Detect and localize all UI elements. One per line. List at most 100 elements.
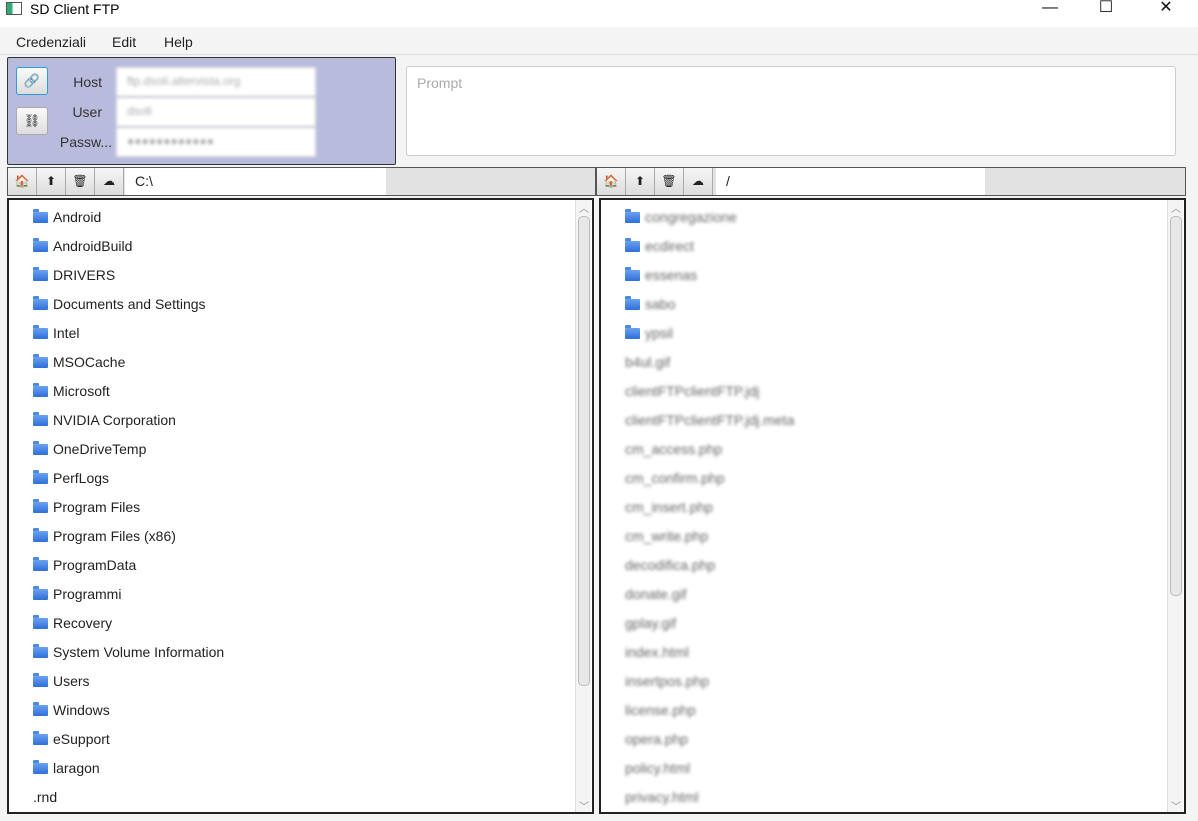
file-item[interactable]: cm_write.php bbox=[625, 521, 708, 550]
title-bar: SD Client FTP — ☐ ✕ bbox=[0, 0, 1198, 27]
menu-edit[interactable]: Edit bbox=[112, 34, 136, 50]
file-item[interactable]: privacy.html bbox=[625, 782, 699, 811]
item-name: Users bbox=[53, 672, 90, 689]
remote-download-button[interactable]: ☁ bbox=[684, 168, 713, 195]
item-name: congregazione bbox=[645, 208, 737, 225]
folder-item[interactable]: ypsil bbox=[625, 318, 673, 347]
cloud-download-icon: ☁ bbox=[692, 174, 704, 188]
folder-item[interactable]: AndroidBuild bbox=[33, 231, 132, 260]
folder-icon bbox=[33, 499, 48, 513]
password-input[interactable]: ●●●●●●●●●●●● bbox=[116, 127, 316, 157]
folder-icon bbox=[625, 267, 640, 281]
folder-item[interactable]: Intel bbox=[33, 318, 79, 347]
folder-item[interactable]: OneDriveTemp bbox=[33, 434, 146, 463]
folder-item[interactable]: Documents and Settings bbox=[33, 289, 206, 318]
prompt-textarea[interactable]: Prompt bbox=[406, 66, 1176, 156]
folder-icon bbox=[33, 760, 48, 774]
file-item[interactable]: decodifica.php bbox=[625, 550, 715, 579]
item-name: license.php bbox=[625, 701, 696, 718]
folder-item[interactable]: Users bbox=[33, 666, 90, 695]
item-name: Windows bbox=[53, 701, 110, 718]
up-arrow-icon: ⬆ bbox=[634, 174, 646, 188]
file-item[interactable]: insertpos.php bbox=[625, 666, 709, 695]
file-item[interactable]: index.html bbox=[625, 637, 689, 666]
remote-file-list[interactable]: ︿ ﹀ congregazione ecdirect essenas sabo ypsi… bbox=[599, 198, 1186, 814]
item-name: cm_write.php bbox=[625, 527, 709, 544]
folder-icon bbox=[625, 238, 640, 252]
folder-item[interactable]: MSOCache bbox=[33, 347, 125, 376]
host-input[interactable]: ftp.dsoli.altervista.org bbox=[116, 67, 316, 97]
home-icon: 🏠 bbox=[14, 174, 30, 188]
item-name: Program Files bbox=[53, 498, 141, 515]
file-item[interactable]: clientFTPclientFTP.jdj bbox=[625, 376, 759, 405]
folder-item[interactable]: essenas bbox=[625, 260, 697, 289]
file-item[interactable]: donate.gif bbox=[625, 579, 687, 608]
folder-item[interactable]: ecdirect bbox=[625, 231, 694, 260]
remote-scrollbar[interactable]: ︿ ﹀ bbox=[1167, 200, 1183, 812]
item-name: privacy.html bbox=[625, 788, 699, 805]
window-title: SD Client FTP bbox=[30, 1, 120, 17]
folder-item[interactable]: Program Files (x86) bbox=[33, 521, 176, 550]
file-item[interactable]: cm_access.php bbox=[625, 434, 722, 463]
folder-item[interactable]: NVIDIA Corporation bbox=[33, 405, 176, 434]
maximize-button[interactable]: ☐ bbox=[1083, 0, 1129, 27]
local-toolbar: 🏠 ⬆ 🗑 ☁ C:\ bbox=[7, 167, 596, 196]
file-item[interactable]: opera.php bbox=[625, 724, 688, 753]
local-path-input[interactable]: C:\ bbox=[125, 168, 386, 195]
menu-bar: Credenziali Edit Help bbox=[0, 28, 1198, 55]
item-name: .rnd bbox=[33, 788, 58, 805]
scroll-up-arrow[interactable]: ︿ bbox=[1168, 200, 1184, 215]
folder-item[interactable]: sabo bbox=[625, 289, 675, 318]
item-name: opera.php bbox=[625, 730, 689, 747]
folder-item[interactable]: DRIVERS bbox=[33, 260, 115, 289]
folder-item[interactable]: Recovery bbox=[33, 608, 112, 637]
remote-home-button[interactable]: 🏠 bbox=[597, 168, 626, 195]
item-name: essenas bbox=[645, 266, 698, 283]
file-item[interactable]: clientFTPclientFTP.jdj.meta bbox=[625, 405, 794, 434]
folder-item[interactable]: Android bbox=[33, 202, 101, 231]
local-home-button[interactable]: 🏠 bbox=[8, 168, 37, 195]
file-item[interactable]: license.php bbox=[625, 695, 696, 724]
scroll-thumb[interactable] bbox=[578, 216, 590, 686]
file-item[interactable]: policy.html bbox=[625, 753, 690, 782]
local-up-button[interactable]: ⬆ bbox=[37, 168, 66, 195]
remote-up-button[interactable]: ⬆ bbox=[626, 168, 655, 195]
folder-icon bbox=[33, 325, 48, 339]
file-item[interactable]: cm_confirm.php bbox=[625, 463, 725, 492]
minimize-button[interactable]: — bbox=[1027, 0, 1073, 27]
folder-item[interactable]: ProgramData bbox=[33, 550, 136, 579]
menu-credenziali[interactable]: Credenziali bbox=[16, 34, 86, 50]
file-item[interactable]: .rnd bbox=[33, 782, 57, 811]
folder-item[interactable]: Program Files bbox=[33, 492, 140, 521]
local-file-list[interactable]: ︿ ﹀ Android AndroidBuild DRIVERS Documents … bbox=[7, 198, 594, 814]
item-name: AndroidBuild bbox=[53, 237, 133, 254]
item-name: OneDriveTemp bbox=[53, 440, 147, 457]
password-label: Passw... bbox=[59, 134, 112, 150]
folder-item[interactable]: System Volume Information bbox=[33, 637, 224, 666]
file-item[interactable]: cm_insert.php bbox=[625, 492, 713, 521]
close-button[interactable]: ✕ bbox=[1143, 0, 1189, 27]
folder-item[interactable]: PerfLogs bbox=[33, 463, 109, 492]
folder-item[interactable]: Windows bbox=[33, 695, 110, 724]
scroll-down-arrow[interactable]: ﹀ bbox=[1168, 798, 1184, 812]
remote-path-input[interactable]: / bbox=[716, 168, 985, 195]
remote-delete-button[interactable]: 🗑 bbox=[655, 168, 684, 195]
folder-item[interactable]: laragon bbox=[33, 753, 100, 782]
file-item[interactable]: gplay.gif bbox=[625, 608, 676, 637]
scroll-up-arrow[interactable]: ︿ bbox=[576, 200, 592, 215]
folder-icon bbox=[33, 586, 48, 600]
scroll-thumb[interactable] bbox=[1170, 216, 1182, 596]
local-upload-button[interactable]: ☁ bbox=[95, 168, 124, 195]
menu-help[interactable]: Help bbox=[164, 34, 193, 50]
scroll-down-arrow[interactable]: ﹀ bbox=[576, 798, 592, 812]
folder-icon bbox=[33, 557, 48, 571]
local-scrollbar[interactable]: ︿ ﹀ bbox=[575, 200, 591, 812]
folder-item[interactable]: congregazione bbox=[625, 202, 737, 231]
local-delete-button[interactable]: 🗑 bbox=[66, 168, 95, 195]
folder-item[interactable]: eSupport bbox=[33, 724, 110, 753]
file-item[interactable]: b4ul.gif bbox=[625, 347, 670, 376]
folder-item[interactable]: Microsoft bbox=[33, 376, 110, 405]
user-input[interactable]: dsoli bbox=[116, 97, 316, 127]
item-name: cm_insert.php bbox=[625, 498, 713, 515]
folder-item[interactable]: Programmi bbox=[33, 579, 121, 608]
